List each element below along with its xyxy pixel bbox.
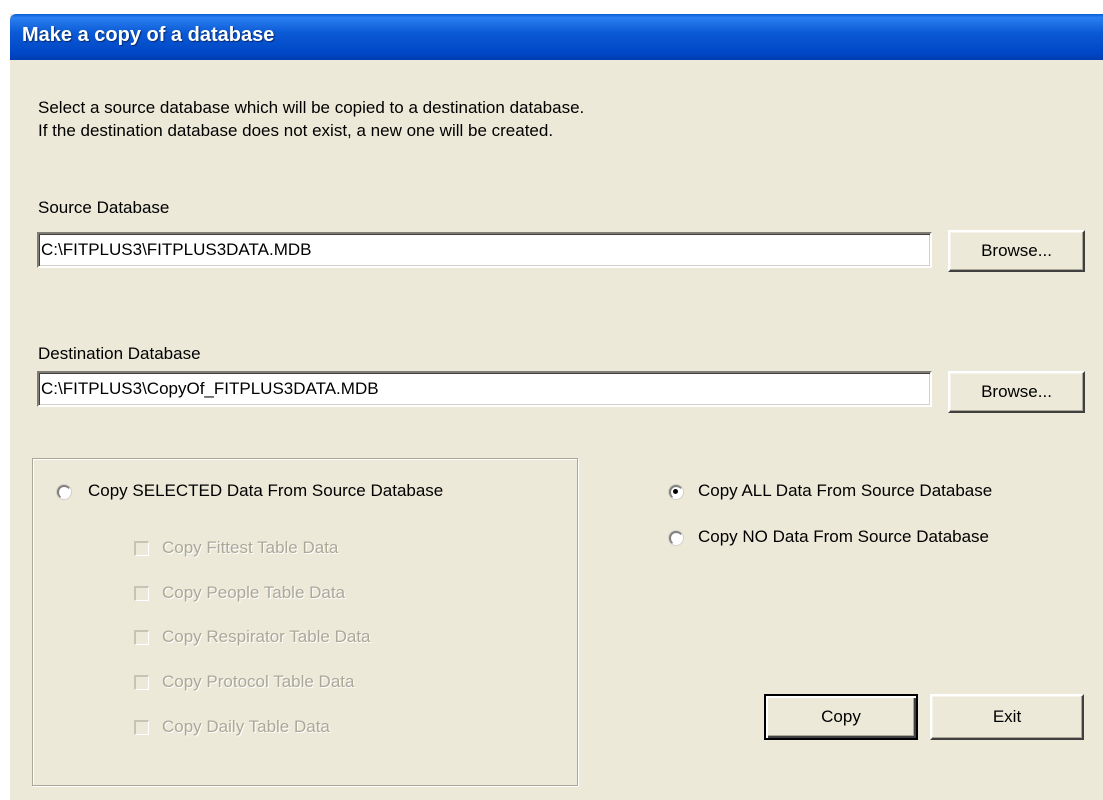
copy-selected-radio[interactable] — [57, 485, 71, 499]
copy-respirator-label[interactable]: Copy Respirator Table Data — [162, 627, 371, 647]
source-database-field[interactable] — [37, 232, 932, 268]
copy-none-label[interactable]: Copy NO Data From Source Database — [698, 527, 989, 547]
destination-database-label: Destination Database — [38, 344, 201, 363]
title-bar[interactable]: Make a copy of a database — [10, 14, 1103, 60]
copy-selected-label[interactable]: Copy SELECTED Data From Source Database — [88, 481, 443, 501]
copy-protocol-label[interactable]: Copy Protocol Table Data — [162, 672, 354, 692]
source-browse-label: Browse... — [981, 241, 1052, 260]
copy-all-radio-dot — [673, 489, 678, 494]
destination-browse-button[interactable]: Browse... — [948, 371, 1085, 413]
source-database-label: Source Database — [38, 198, 170, 217]
destination-database-field[interactable] — [37, 371, 932, 407]
copy-all-radio[interactable] — [669, 485, 683, 499]
destination-database-input[interactable] — [41, 375, 921, 403]
copy-fittest-label[interactable]: Copy Fittest Table Data — [162, 538, 338, 558]
instructions-line-2: If the destination database does not exi… — [38, 121, 554, 140]
copy-none-radio[interactable] — [669, 531, 683, 545]
copy-daily-label[interactable]: Copy Daily Table Data — [162, 717, 330, 737]
window-title: Make a copy of a database — [22, 24, 275, 46]
exit-button-label: Exit — [992, 707, 1022, 726]
instructions-line-1: Select a source database which will be c… — [38, 98, 585, 117]
source-browse-button[interactable]: Browse... — [948, 230, 1085, 272]
copy-database-dialog: Make a copy of a database Select a sourc… — [10, 14, 1103, 800]
copy-people-checkbox[interactable] — [134, 586, 149, 601]
copy-respirator-checkbox[interactable] — [134, 630, 149, 645]
copy-fittest-checkbox[interactable] — [134, 541, 149, 556]
copy-all-label[interactable]: Copy ALL Data From Source Database — [698, 481, 992, 501]
exit-button[interactable]: Exit — [930, 694, 1084, 740]
copy-people-label[interactable]: Copy People Table Data — [162, 583, 345, 603]
copy-button-label: Copy — [821, 707, 861, 726]
copy-protocol-checkbox[interactable] — [134, 675, 149, 690]
destination-browse-label: Browse... — [981, 382, 1052, 401]
copy-button[interactable]: Copy — [764, 694, 918, 740]
copy-daily-checkbox[interactable] — [134, 720, 149, 735]
instructions: Select a source database which will be c… — [38, 96, 584, 142]
source-database-input[interactable] — [41, 236, 921, 264]
